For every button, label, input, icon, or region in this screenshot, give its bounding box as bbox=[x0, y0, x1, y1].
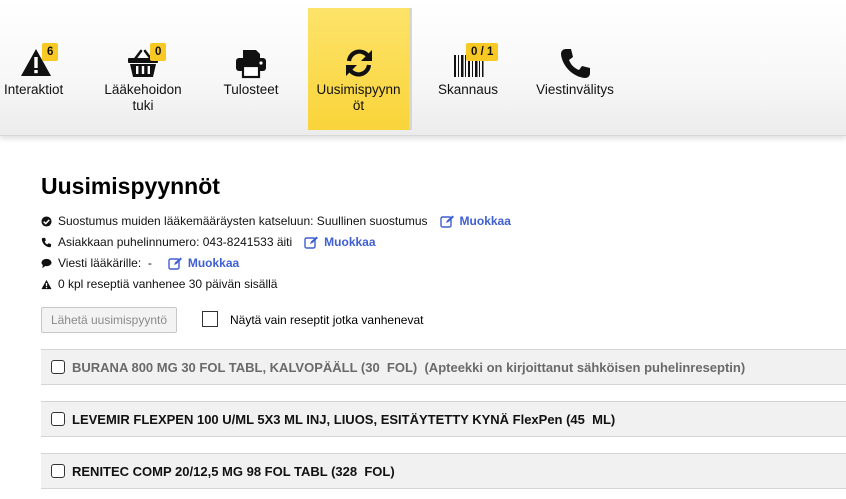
phone-line: Asiakkaan puhelinnumero: 043-8241533 äit… bbox=[41, 235, 376, 249]
prescription-row[interactable]: BURANA 800 MG 30 FOL TABL, KALVOPÄÄLL (3… bbox=[41, 349, 846, 385]
medication-support-count-badge: 0 bbox=[150, 43, 167, 61]
prescription-checkbox[interactable] bbox=[51, 360, 65, 374]
tab-laakehoidon-tuki-label: Lääkehoidon tuki bbox=[104, 82, 182, 113]
prescription-row[interactable]: LEVEMIR FLEXPEN 100 U/ML 5X3 ML INJ, LIU… bbox=[41, 401, 846, 437]
tab-uusimispyynnot-label: Uusimispyynnöt bbox=[316, 82, 401, 113]
consent-line: Suostumus muiden lääkemääräysten katselu… bbox=[41, 214, 511, 228]
phone-icon bbox=[561, 49, 590, 78]
warning-text: 0 kpl reseptiä vanhenee 30 päivän sisäll… bbox=[58, 277, 278, 291]
edit-icon bbox=[439, 215, 454, 228]
expiring-only-checkbox[interactable] bbox=[202, 311, 218, 327]
tab-tulosteet[interactable]: Tulosteet bbox=[212, 8, 290, 130]
printer-icon bbox=[236, 50, 266, 79]
send-renewal-request-button[interactable]: Lähetä uusimispyyntö bbox=[41, 307, 177, 333]
check-circle-icon bbox=[41, 215, 52, 227]
tab-tulosteet-label: Tulosteet bbox=[223, 82, 279, 97]
tab-skannaus-label: Skannaus bbox=[437, 82, 499, 97]
warning-small-icon bbox=[41, 279, 52, 289]
scan-count-badge: 0 / 1 bbox=[466, 43, 499, 61]
page-title: Uusimispyynnöt bbox=[41, 173, 220, 199]
prescription-checkbox[interactable] bbox=[51, 464, 65, 478]
comment-icon bbox=[41, 258, 52, 268]
prescription-text: BURANA 800 MG 30 FOL TABL, KALVOPÄÄLL (3… bbox=[72, 359, 746, 375]
tab-uusimispyynnot[interactable]: Uusimispyynnöt bbox=[308, 8, 412, 130]
expiring-only-label: Näytä vain reseptit jotka vanhenevat bbox=[230, 313, 424, 327]
tab-skannaus[interactable]: 0 / 1 Skannaus bbox=[430, 8, 506, 130]
message-line: Viesti lääkärille: - Muokkaa bbox=[41, 256, 239, 270]
phone-text: Asiakkaan puhelinnumero: 043-8241533 äit… bbox=[58, 235, 293, 249]
edit-icon bbox=[168, 257, 182, 270]
edit-consent-label: Muokkaa bbox=[459, 214, 511, 228]
tab-interaktiot-label: Interaktiot bbox=[4, 82, 64, 97]
tab-viestinvalitys[interactable]: Viestinvälitys bbox=[528, 8, 622, 130]
tab-viestinvalitys-label: Viestinvälitys bbox=[536, 82, 614, 97]
edit-message-link[interactable]: Muokkaa bbox=[168, 256, 239, 270]
tab-laakehoidon-tuki[interactable]: 0 Lääkehoidon tuki bbox=[96, 8, 190, 130]
edit-phone-link[interactable]: Muokkaa bbox=[304, 235, 376, 249]
edit-icon bbox=[304, 236, 319, 249]
edit-message-label: Muokkaa bbox=[187, 256, 240, 270]
prescription-text: RENITEC COMP 20/12,5 MG 98 FOL TABL (328… bbox=[72, 463, 395, 479]
warning-line: 0 kpl reseptiä vanhenee 30 päivän sisäll… bbox=[41, 277, 277, 291]
edit-consent-link[interactable]: Muokkaa bbox=[439, 214, 511, 228]
prescription-text: LEVEMIR FLEXPEN 100 U/ML 5X3 ML INJ, LIU… bbox=[72, 411, 616, 427]
phone-small-icon bbox=[41, 237, 52, 247]
prescription-row[interactable]: RENITEC COMP 20/12,5 MG 98 FOL TABL (328… bbox=[41, 453, 846, 489]
toolbar: 6 Interaktiot 0 Lääkehoidon tuki Tuloste… bbox=[0, 0, 846, 136]
message-text: Viesti lääkärille: - bbox=[58, 256, 152, 270]
edit-phone-label: Muokkaa bbox=[324, 235, 376, 249]
tab-interaktiot[interactable]: 6 Interaktiot bbox=[0, 8, 72, 130]
consent-text: Suostumus muiden lääkemääräysten katselu… bbox=[58, 214, 428, 228]
refresh-icon bbox=[345, 49, 372, 77]
prescription-checkbox[interactable] bbox=[51, 412, 65, 426]
interactions-count-badge: 6 bbox=[42, 43, 59, 61]
